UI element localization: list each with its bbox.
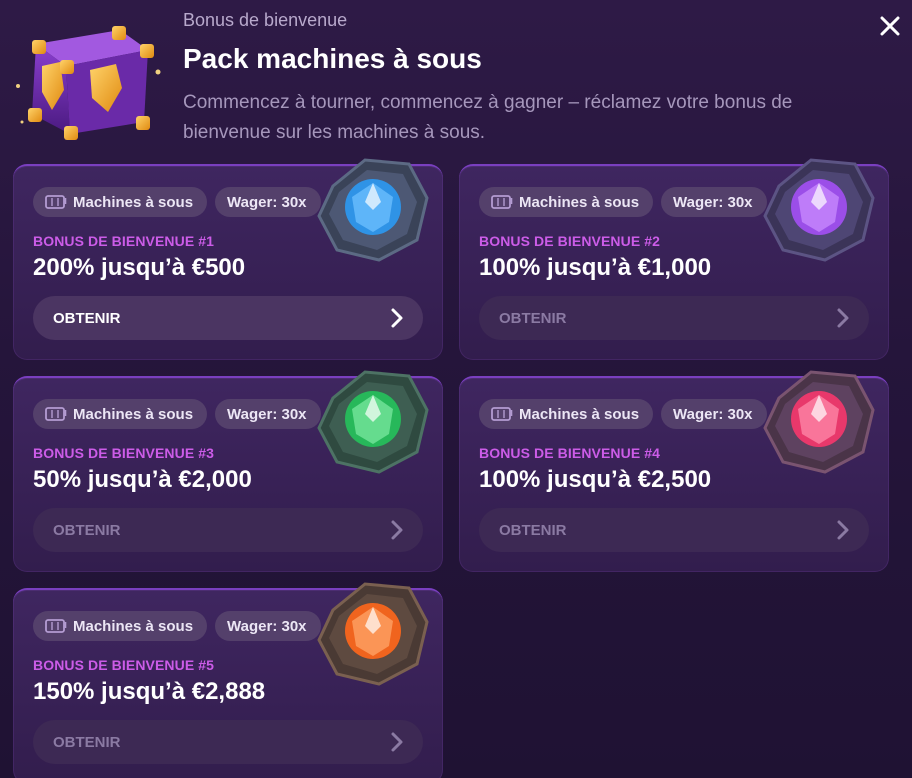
gem-icon xyxy=(763,370,875,474)
bonus-card-4: Machines à sous Wager: 30x BONUS DE BIEN… xyxy=(459,370,889,572)
slot-machine-icon xyxy=(491,407,513,421)
gem-icon xyxy=(317,370,429,474)
bonus-label: BONUS DE BIENVENUE #2 xyxy=(479,233,661,249)
game-type-badge: Machines à sous xyxy=(479,187,654,217)
game-type-label: Machines à sous xyxy=(519,193,640,211)
chevron-right-icon xyxy=(391,732,403,752)
page-title: Pack machines à sous xyxy=(183,43,482,74)
obtain-button-label: OBTENIR xyxy=(53,733,121,751)
obtain-button-label: OBTENIR xyxy=(499,309,567,327)
bonus-label: BONUS DE BIENVENUE #5 xyxy=(33,657,215,673)
slot-machine-icon xyxy=(45,619,67,633)
obtain-button[interactable]: OBTENIR xyxy=(33,508,423,552)
obtain-button-label: OBTENIR xyxy=(53,521,121,539)
bonus-value: 200% jusqu’à €500 xyxy=(33,254,246,281)
wager-badge: Wager: 30x xyxy=(215,611,321,641)
chevron-right-icon xyxy=(837,520,849,540)
treasure-chest-icon xyxy=(16,26,161,140)
bonus-value: 150% jusqu’à €2,888 xyxy=(33,678,266,705)
obtain-button[interactable]: OBTENIR xyxy=(33,296,423,340)
obtain-button-label: OBTENIR xyxy=(499,521,567,539)
bonus-label: BONUS DE BIENVENUE #1 xyxy=(33,233,215,249)
game-type-badge: Machines à sous xyxy=(479,399,654,429)
wager-badge: Wager: 30x xyxy=(661,399,767,429)
close-icon[interactable] xyxy=(874,10,906,42)
obtain-button[interactable]: OBTENIR xyxy=(479,296,869,340)
slot-machine-icon xyxy=(45,195,67,209)
bonus-label: BONUS DE BIENVENUE #3 xyxy=(33,445,215,461)
modal-subtitle: Bonus de bienvenue xyxy=(183,10,348,30)
slot-machine-icon xyxy=(45,407,67,421)
obtain-button-label: OBTENIR xyxy=(53,309,121,327)
wager-badge: Wager: 30x xyxy=(215,399,321,429)
bonus-card-1: Machines à sous Wager: 30x BONUS DE BIEN… xyxy=(13,158,443,360)
bonus-card-3: Machines à sous Wager: 30x BONUS DE BIEN… xyxy=(13,370,443,572)
wager-badge: Wager: 30x xyxy=(661,187,767,217)
game-type-label: Machines à sous xyxy=(519,405,640,423)
game-type-label: Machines à sous xyxy=(73,405,194,423)
game-type-badge: Machines à sous xyxy=(33,187,208,217)
bonus-value: 50% jusqu’à €2,000 xyxy=(33,466,252,493)
bonus-value: 100% jusqu’à €1,000 xyxy=(479,254,712,281)
bonus-card-2: Machines à sous Wager: 30x BONUS DE BIEN… xyxy=(459,158,889,360)
slot-machine-icon xyxy=(491,195,513,209)
gem-icon xyxy=(317,582,429,686)
bonus-value: 100% jusqu’à €2,500 xyxy=(479,466,712,493)
bonus-label: BONUS DE BIENVENUE #4 xyxy=(479,445,661,461)
game-type-badge: Machines à sous xyxy=(33,611,208,641)
modal-header: Bonus de bienvenue Pack machines à sous … xyxy=(0,0,912,160)
chevron-right-icon xyxy=(391,308,403,328)
gem-icon xyxy=(317,158,429,262)
gem-icon xyxy=(763,158,875,262)
game-type-label: Machines à sous xyxy=(73,617,194,635)
game-type-label: Machines à sous xyxy=(73,193,194,211)
chevron-right-icon xyxy=(391,520,403,540)
modal-description: Commencez à tourner, commencez à gagner … xyxy=(183,92,793,143)
wager-badge: Wager: 30x xyxy=(215,187,321,217)
obtain-button[interactable]: OBTENIR xyxy=(33,720,423,764)
bonus-card-5: Machines à sous Wager: 30x BONUS DE BIEN… xyxy=(13,582,443,778)
game-type-badge: Machines à sous xyxy=(33,399,208,429)
chevron-right-icon xyxy=(837,308,849,328)
obtain-button[interactable]: OBTENIR xyxy=(479,508,869,552)
